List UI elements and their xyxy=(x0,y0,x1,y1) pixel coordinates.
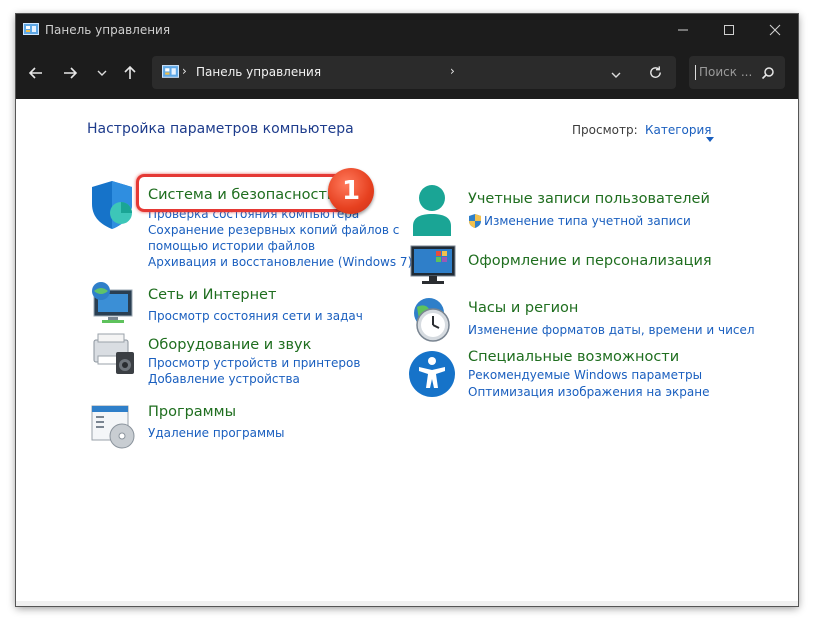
address-bar[interactable]: › Панель управления › xyxy=(152,56,676,89)
minimize-icon xyxy=(678,29,688,31)
shield-icon[interactable] xyxy=(88,178,138,234)
link-file-history-backup[interactable]: Сохранение резервных копий файлов с xyxy=(148,223,399,237)
annotation-highlight-box xyxy=(136,174,345,212)
address-dropdown-button[interactable] xyxy=(610,66,622,85)
breadcrumb-control-panel[interactable]: Панель управления xyxy=(196,65,321,79)
breadcrumb-separator-icon[interactable]: › xyxy=(182,64,187,78)
refresh-icon xyxy=(650,66,661,78)
search-placeholder: Поиск ... xyxy=(699,65,753,79)
breadcrumb-separator-icon[interactable]: › xyxy=(450,64,455,78)
category-ease-of-access[interactable]: Специальные возможности xyxy=(468,349,679,365)
monitor-personalization-icon[interactable] xyxy=(410,244,458,290)
link-file-history-backup-cont[interactable]: помощью истории файлов xyxy=(148,239,315,253)
uac-shield-icon xyxy=(468,213,482,233)
refresh-button[interactable] xyxy=(648,65,663,84)
link-add-device[interactable]: Добавление устройства xyxy=(148,372,300,386)
accessibility-icon[interactable] xyxy=(408,350,456,402)
arrow-right-icon xyxy=(64,67,78,79)
control-panel-window: Панель управления › Панель управления › … xyxy=(16,14,798,606)
window-title: Панель управления xyxy=(45,23,171,37)
maximize-button[interactable] xyxy=(706,14,752,46)
title-bar[interactable]: Панель управления xyxy=(16,14,798,46)
link-recommended-settings[interactable]: Рекомендуемые Windows параметры xyxy=(468,368,702,382)
back-button[interactable] xyxy=(24,61,48,85)
link-devices-printers[interactable]: Просмотр устройств и принтеров xyxy=(148,356,360,370)
chevron-down-icon xyxy=(97,70,107,76)
category-programs[interactable]: Программы xyxy=(148,404,236,420)
link-backup-restore-win7[interactable]: Архивация и восстановление (Windows 7) xyxy=(148,255,412,269)
close-icon xyxy=(769,24,781,36)
link-network-status[interactable]: Просмотр состояния сети и задач xyxy=(148,309,363,323)
forward-button[interactable] xyxy=(58,61,82,85)
view-by-dropdown[interactable]: Категория xyxy=(645,123,712,137)
annotation-step-badge: 1 xyxy=(328,168,374,214)
category-clock-region[interactable]: Часы и регион xyxy=(468,300,578,316)
network-globe-icon[interactable] xyxy=(90,282,138,328)
minimize-button[interactable] xyxy=(660,14,706,46)
up-button[interactable] xyxy=(118,61,142,85)
control-panel-icon xyxy=(162,65,179,80)
caret-down-icon[interactable] xyxy=(706,127,714,146)
page-title: Настройка параметров компьютера xyxy=(87,121,354,137)
category-appearance-personalization[interactable]: Оформление и персонализация xyxy=(468,253,712,269)
view-by-label: Просмотр: xyxy=(572,123,638,137)
recent-locations-button[interactable] xyxy=(90,61,114,85)
arrow-up-icon xyxy=(124,65,136,79)
maximize-icon xyxy=(724,25,734,35)
arrow-left-icon xyxy=(28,67,42,79)
control-panel-icon xyxy=(23,22,39,36)
window-bottom-edge xyxy=(16,601,798,606)
link-uninstall-program[interactable]: Удаление программы xyxy=(148,426,285,440)
programs-disc-icon[interactable] xyxy=(90,404,138,454)
chevron-down-icon xyxy=(611,72,621,78)
clock-region-icon[interactable] xyxy=(407,295,457,349)
search-icon[interactable] xyxy=(761,65,775,84)
category-network-internet[interactable]: Сеть и Интернет xyxy=(148,287,276,303)
control-panel-content: Настройка параметров компьютера Просмотр… xyxy=(16,99,798,606)
link-change-date-formats[interactable]: Изменение форматов даты, времени и чисел xyxy=(468,323,755,337)
link-change-account-type[interactable]: Изменение типа учетной записи xyxy=(484,214,691,228)
printer-speaker-icon[interactable] xyxy=(90,332,138,380)
text-cursor xyxy=(695,65,696,80)
search-box[interactable]: Поиск ... xyxy=(689,56,785,89)
navigation-toolbar: › Панель управления › Поиск ... xyxy=(16,46,798,99)
category-user-accounts[interactable]: Учетные записи пользователей xyxy=(468,191,710,207)
category-hardware-sound[interactable]: Оборудование и звук xyxy=(148,337,311,353)
link-optimize-display[interactable]: Оптимизация изображения на экране xyxy=(468,385,709,399)
user-accounts-icon[interactable] xyxy=(409,184,455,240)
close-button[interactable] xyxy=(752,14,798,46)
